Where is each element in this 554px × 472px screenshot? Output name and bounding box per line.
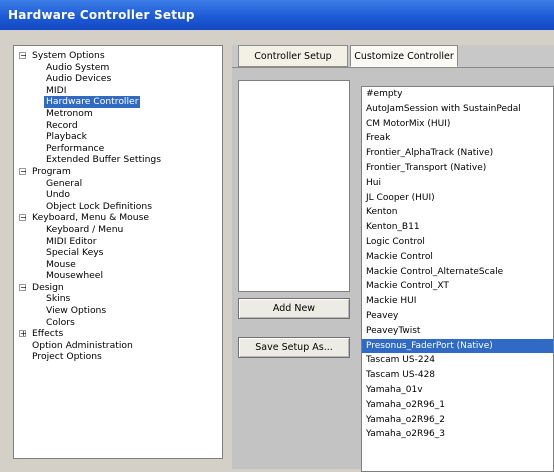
tree-item-label: Keyboard, Menu & Mouse xyxy=(32,212,150,224)
controller-list-item[interactable]: Mackie HUI xyxy=(362,294,553,309)
controller-list-item[interactable]: Yamaha_o2R96_2 xyxy=(362,413,553,428)
controller-list-item[interactable]: PeaveyTwist xyxy=(362,324,553,339)
tree-item-label: Audio System xyxy=(46,61,110,73)
tree-item-label: Record xyxy=(46,119,78,131)
collapse-icon[interactable]: − xyxy=(19,214,27,222)
tree-item[interactable]: Audio System xyxy=(14,62,222,74)
tree-item-label: Program xyxy=(32,165,71,177)
tree-item-label: Colors xyxy=(46,316,75,328)
window-title: Hardware Controller Setup xyxy=(8,8,195,22)
tree-item[interactable]: MIDI Editor xyxy=(14,236,222,248)
tree-item[interactable]: Skins xyxy=(14,293,222,305)
tree-item-label: Playback xyxy=(46,131,87,143)
controller-list-item[interactable]: CM MotorMix (HUI) xyxy=(362,117,553,132)
tree-item-label: View Options xyxy=(46,305,107,317)
controller-list-item[interactable]: Hui xyxy=(362,176,553,191)
window-title-bar: Hardware Controller Setup xyxy=(0,0,554,30)
tree-item[interactable]: − Design xyxy=(14,282,222,294)
tree-item[interactable]: Option Administration xyxy=(14,340,222,352)
tree-item-label: Undo xyxy=(46,189,71,201)
tree-item-label: Extended Buffer Settings xyxy=(46,154,162,166)
tree-item[interactable]: General xyxy=(14,178,222,190)
controller-list-item[interactable]: Logic Control xyxy=(362,235,553,250)
tree-item[interactable]: Keyboard / Menu xyxy=(14,224,222,236)
tree-item-label: Skins xyxy=(46,293,71,305)
tree-item[interactable]: Metronom xyxy=(14,108,222,120)
tree-item[interactable]: Playback xyxy=(14,131,222,143)
controller-list-item[interactable]: Kenton_B11 xyxy=(362,220,553,235)
tree-item[interactable]: Undo xyxy=(14,189,222,201)
expand-icon[interactable]: + xyxy=(19,330,27,338)
controller-list-item[interactable]: Yamaha_o2R96_1 xyxy=(362,398,553,413)
controller-list[interactable]: #empty AutoJamSession with SustainPedal CM… xyxy=(361,86,554,472)
tree-item-label: Mousewheel xyxy=(46,270,104,282)
tab-content: Add New Save Setup As... #empty AutoJamSe… xyxy=(232,67,554,472)
tree-item-label: System Options xyxy=(32,50,105,61)
collapse-icon[interactable]: − xyxy=(19,283,27,291)
tree-item-label: Mouse xyxy=(46,258,76,270)
tab-customize-controller-label: Customize Controller xyxy=(354,51,454,62)
tree-item[interactable]: Audio Devices xyxy=(14,73,222,85)
tree-item[interactable]: View Options xyxy=(14,305,222,317)
tree-item[interactable]: + Effects xyxy=(14,328,222,340)
tree-item[interactable]: Performance xyxy=(14,143,222,155)
tree-item[interactable]: Record xyxy=(14,120,222,132)
tree-item[interactable]: Project Options xyxy=(14,351,222,363)
tree-item-label: MIDI Editor xyxy=(46,235,97,247)
tree-item-label: Metronom xyxy=(46,107,93,119)
controller-list-item[interactable]: Tascam US-224 xyxy=(362,353,553,368)
add-new-button[interactable]: Add New xyxy=(238,298,350,319)
controller-list-item[interactable]: Frontier_AlphaTrack (Native) xyxy=(362,146,553,161)
tree-item-label: Audio Devices xyxy=(46,73,112,85)
controller-list-item[interactable]: Tascam US-428 xyxy=(362,368,553,383)
controller-list-item[interactable]: AutoJamSession with SustainPedal xyxy=(362,102,553,117)
controller-list-item[interactable]: JL Cooper (HUI) xyxy=(362,191,553,206)
controller-list-item[interactable]: Mackie Control_XT xyxy=(362,279,553,294)
controller-list-item[interactable]: Peavey xyxy=(362,309,553,324)
controller-list-item[interactable]: Yamaha_o2R96_3 xyxy=(362,427,553,442)
tree-item[interactable]: − System Options xyxy=(14,50,222,62)
tab-customize-controller[interactable]: Customize Controller xyxy=(350,45,458,67)
controller-list-item[interactable]: Frontier_Transport (Native) xyxy=(362,161,553,176)
tab-controller-setup-label: Controller Setup xyxy=(254,51,332,62)
tree-item[interactable]: Extended Buffer Settings xyxy=(14,154,222,166)
tree-item-label: Special Keys xyxy=(46,247,104,259)
active-controllers-list[interactable] xyxy=(238,80,350,292)
controller-list-item[interactable]: Yamaha_01v xyxy=(362,383,553,398)
tree-item-label: MIDI xyxy=(46,84,67,96)
controller-list-item[interactable]: Mackie Control_AlternateScale xyxy=(362,265,553,280)
controller-panel: Controller Setup Customize Controller Ad… xyxy=(232,45,554,472)
save-setup-as-button[interactable]: Save Setup As... xyxy=(238,337,350,358)
tree-item-label: Object Lock Definitions xyxy=(46,200,152,212)
save-setup-as-label: Save Setup As... xyxy=(255,342,333,353)
tree-item-label: Option Administration xyxy=(32,339,133,351)
tab-controller-setup[interactable]: Controller Setup xyxy=(238,45,348,67)
collapse-icon[interactable]: − xyxy=(19,167,27,175)
tree-item-label: General xyxy=(46,177,83,189)
tree-item[interactable]: MIDI xyxy=(14,85,222,97)
tree-item[interactable]: Mouse xyxy=(14,259,222,271)
tree-item-label: Keyboard / Menu xyxy=(46,223,124,235)
tree-item[interactable]: − Program xyxy=(14,166,222,178)
controller-list-item[interactable]: Freak xyxy=(362,131,553,146)
tree-item-label: Design xyxy=(32,281,64,293)
tree-item[interactable]: Hardware Controller xyxy=(14,96,222,108)
tree-item-label: Effects xyxy=(32,328,64,340)
collapse-icon[interactable]: − xyxy=(19,52,27,60)
controller-list-item[interactable]: Kenton xyxy=(362,205,553,220)
tree-item[interactable]: Object Lock Definitions xyxy=(14,201,222,213)
options-tree[interactable]: − System Options Audio System Audio Devices… xyxy=(13,45,223,459)
add-new-label: Add New xyxy=(272,303,316,314)
tree-item-label: Project Options xyxy=(32,351,102,363)
tree-item-label: Performance xyxy=(46,142,105,154)
tree-item[interactable]: − Keyboard, Menu & Mouse xyxy=(14,212,222,224)
tree-item[interactable]: Special Keys xyxy=(14,247,222,259)
tree-item-label: Hardware Controller xyxy=(44,96,141,108)
controller-list-item[interactable]: #empty xyxy=(362,87,553,102)
controller-list-item[interactable]: Mackie Control xyxy=(362,250,553,265)
controller-list-item[interactable]: Presonus_FaderPort (Native) xyxy=(362,338,553,354)
tree-item[interactable]: Mousewheel xyxy=(14,270,222,282)
tree-item[interactable]: Colors xyxy=(14,317,222,329)
